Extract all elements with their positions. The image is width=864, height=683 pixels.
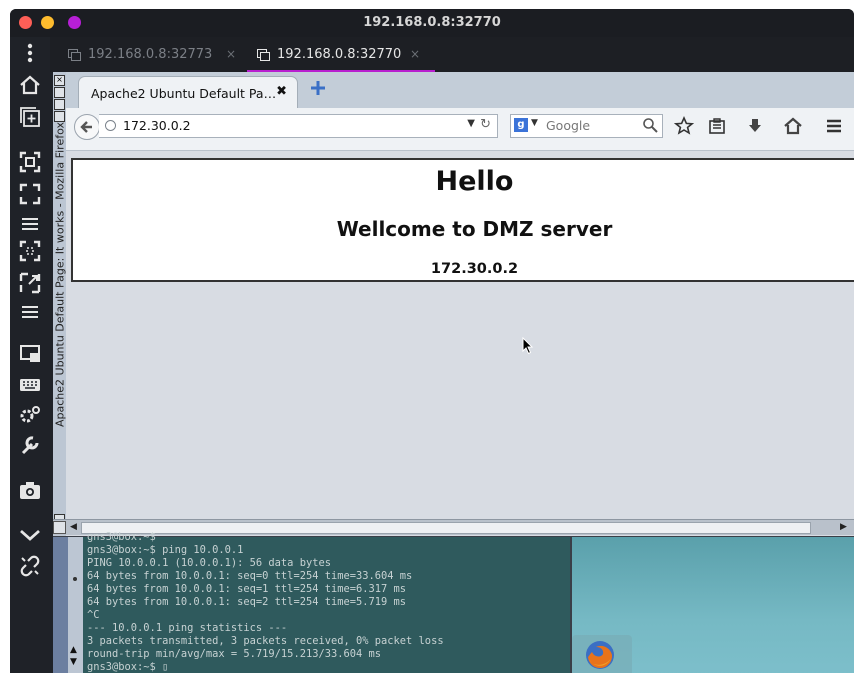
firefox-tab-title: Apache2 Ubuntu Default Pa… [91, 86, 277, 101]
bookmark-star-icon[interactable] [674, 116, 694, 136]
dropdown-icon[interactable]: ▼ [531, 118, 538, 128]
menu-icon[interactable] [824, 116, 844, 136]
close-tab-icon[interactable]: × [226, 37, 236, 72]
search-icon[interactable] [642, 117, 658, 133]
google-icon[interactable]: g [514, 118, 528, 132]
keyboard-icon[interactable] [19, 374, 41, 396]
window-title: 192.168.0.8:32770 [363, 15, 501, 30]
menu-icon[interactable] [19, 213, 41, 235]
terminal-line: ^C [87, 609, 100, 621]
menu-dots-icon[interactable] [19, 42, 41, 64]
app-window: 192.168.0.8:32770 192.168.0.8:32773 × 19… [10, 9, 854, 673]
fit-screen-icon[interactable] [19, 151, 41, 173]
title-bar: 192.168.0.8:32770 [10, 9, 854, 37]
side-panel [53, 537, 68, 673]
remote-desktop[interactable]: × Apache2 Ubuntu Default Page: It works … [53, 72, 854, 673]
dropdown-icon[interactable]: ▼ [467, 118, 475, 129]
firefox-icon[interactable] [584, 639, 616, 671]
terminal-scrollbar[interactable]: ▲ ▼ [68, 537, 84, 673]
terminal-line: 64 bytes from 10.0.0.1: seq=1 ttl=254 ti… [87, 583, 407, 595]
scroll-left-icon[interactable]: ◀ [70, 522, 77, 532]
camera-icon[interactable] [19, 479, 41, 501]
desktop-bottom-area: ▲ ▼ gns3@box:~$ gns3@box:~$ ping 10.0.0.… [53, 531, 854, 673]
terminal-prompt: gns3@box:~$ ▯ [87, 661, 169, 673]
close-tab-icon[interactable]: × [410, 37, 420, 72]
reload-icon[interactable]: ↻ [480, 117, 491, 132]
close-tab-icon[interactable]: ✖ [276, 84, 287, 99]
left-toolbar [10, 37, 50, 673]
scrollbar-thumb[interactable] [81, 522, 811, 534]
back-button[interactable] [74, 114, 100, 140]
back-arrow-icon [80, 121, 92, 133]
new-tab-icon[interactable] [310, 80, 326, 96]
tab-session-32773[interactable]: 192.168.0.8:32773 × [58, 37, 244, 72]
web-page-content: Hello Wellcome to DMZ server 172.30.0.2 [71, 158, 854, 282]
page-ip-address: 172.30.0.2 [430, 261, 519, 277]
new-window-icon[interactable] [19, 106, 41, 128]
terminal-line: PING 10.0.0.1 (10.0.0.1): 56 data bytes [87, 557, 331, 569]
firefox-title-strip: × Apache2 Ubuntu Default Page: It works … [53, 72, 67, 536]
terminal-line: --- 10.0.0.1 ping statistics --- [87, 622, 288, 634]
wrench-icon[interactable] [19, 434, 41, 456]
resize-icon[interactable] [19, 240, 41, 262]
firefox-tab-strip: Apache2 Ubuntu Default Pa… ✖ [66, 72, 854, 109]
terminal-line: gns3@box:~$ ping 10.0.0.1 [87, 544, 244, 556]
firefox-window-title: Apache2 Ubuntu Default Page: It works - … [53, 122, 67, 427]
session-tabs: 192.168.0.8:32773 × 192.168.0.8:32770 × [50, 37, 854, 72]
expand-icon[interactable] [19, 272, 41, 294]
terminal-window[interactable]: gns3@box:~$ gns3@box:~$ ping 10.0.0.1 PI… [83, 531, 570, 673]
display-icon[interactable] [19, 343, 41, 365]
mouse-cursor-icon [522, 337, 534, 355]
download-icon[interactable] [745, 116, 765, 136]
terminal-line: gns3@box:~$ [87, 531, 156, 543]
reading-list-icon[interactable] [707, 116, 727, 136]
firefox-window: Apache2 Ubuntu Default Pa… ✖ 172.30.0.2 … [66, 72, 854, 536]
search-placeholder: Google [546, 118, 591, 133]
terminal-line: round-trip min/avg/max = 5.719/15.213/33… [87, 648, 382, 660]
scroll-right-icon[interactable]: ▶ [840, 522, 847, 532]
scroll-down-icon[interactable]: ▼ [70, 657, 77, 667]
chevron-down-icon[interactable] [19, 524, 41, 546]
fullscreen-icon[interactable] [19, 183, 41, 205]
scroll-up-icon[interactable]: ▲ [70, 645, 77, 655]
terminal-line: 64 bytes from 10.0.0.1: seq=0 ttl=254 ti… [87, 570, 413, 582]
tab-label: 192.168.0.8:32770 [277, 47, 402, 62]
disconnect-icon[interactable] [19, 555, 41, 577]
tab-session-32770[interactable]: 192.168.0.8:32770 × [247, 37, 435, 72]
url-text: 172.30.0.2 [123, 118, 191, 133]
horizontal-scrollbar[interactable]: ◀ ▶ [53, 519, 854, 535]
page-heading: Hello [435, 166, 514, 197]
page-subheading: Wellcome to DMZ server [336, 217, 613, 241]
home-icon[interactable] [19, 74, 41, 96]
url-bar[interactable]: 172.30.0.2 ▼ ↻ [99, 114, 498, 138]
window-menu-icon[interactable] [53, 521, 66, 534]
menu-icon[interactable] [19, 301, 41, 323]
scroll-thumb-dot[interactable] [73, 577, 77, 581]
settings-icon[interactable] [19, 404, 41, 426]
globe-icon [105, 120, 116, 131]
search-box[interactable]: g ▼ Google [510, 114, 663, 138]
desktop-background [572, 537, 854, 673]
terminal-line: 64 bytes from 10.0.0.1: seq=2 ttl=254 ti… [87, 596, 407, 608]
window-icon [68, 49, 81, 61]
firefox-tab[interactable]: Apache2 Ubuntu Default Pa… ✖ [78, 76, 298, 109]
window-icon [257, 49, 270, 61]
tab-label: 192.168.0.8:32773 [88, 47, 213, 62]
terminal-line: 3 packets transmitted, 3 packets receive… [87, 635, 444, 647]
firefox-nav-bar: 172.30.0.2 ▼ ↻ g ▼ Google [66, 108, 854, 151]
home-icon[interactable] [783, 116, 803, 136]
